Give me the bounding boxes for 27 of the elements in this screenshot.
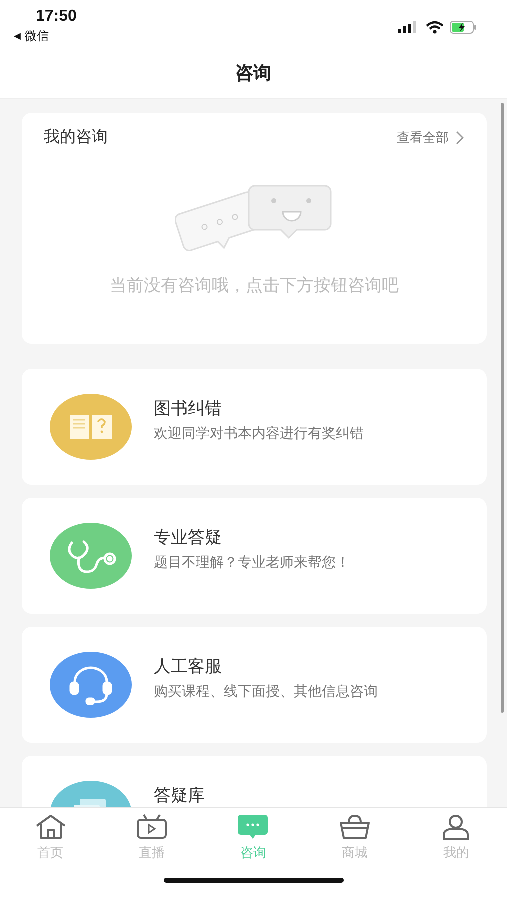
service-description: 题目不理解？专业老师来帮您！	[154, 554, 350, 572]
empty-message: 当前没有咨询哦，点击下方按钮咨询吧	[110, 275, 399, 297]
view-all-link[interactable]: 查看全部	[397, 128, 465, 146]
wifi-icon	[426, 20, 444, 34]
service-card[interactable]: 专业答疑 题目不理解？专业老师来帮您！	[22, 498, 487, 614]
section-title: 我的咨询	[44, 127, 108, 148]
battery-icon	[450, 20, 477, 34]
home-icon	[34, 814, 68, 840]
service-title: 专业答疑	[154, 529, 223, 548]
service-title: 人工客服	[154, 658, 223, 677]
tv-icon	[135, 814, 170, 840]
service-description: 欢迎同学对书本内容进行有奖纠错	[154, 424, 364, 443]
service-description: 购买课程、线下面授、其他信息咨询	[154, 682, 378, 701]
home-indicator[interactable]	[164, 878, 344, 883]
service-card[interactable]: 人工客服 购买课程、线下面授、其他信息咨询	[22, 627, 487, 743]
chat-icon	[236, 814, 270, 840]
service-card[interactable]: 答疑库	[22, 756, 487, 807]
basket-icon	[338, 814, 372, 840]
chevron-icon	[455, 130, 465, 144]
page-title: 咨询	[236, 62, 272, 85]
back-app-link[interactable]: 微信	[24, 28, 49, 45]
status-time: 17:50	[36, 8, 77, 26]
scrollbar[interactable]	[501, 103, 504, 713]
service-title: 图书纠错	[154, 400, 223, 419]
service-card[interactable]: 图书纠错 欢迎同学对书本内容进行有奖纠错	[22, 369, 487, 485]
service-title: 答疑库	[154, 787, 205, 806]
back-arrow[interactable]: ◀	[14, 32, 21, 42]
